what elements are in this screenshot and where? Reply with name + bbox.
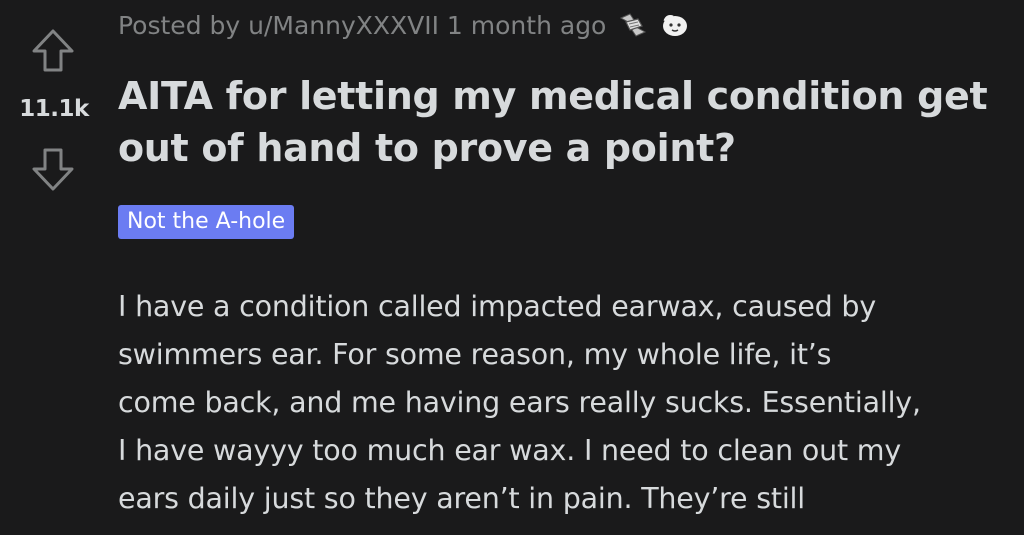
upvote-arrow-icon[interactable] — [30, 28, 76, 74]
post-body-line: ears daily just so they aren’t in pain. … — [118, 482, 805, 515]
post-body-line: I have a condition called impacted earwa… — [118, 290, 876, 323]
post-meta: Posted by u/MannyXXXVII 1 month ago — [118, 8, 690, 42]
post-flair-badge[interactable]: Not the A-hole — [118, 205, 295, 239]
posted-by-text[interactable]: Posted by u/MannyXXXVII 1 month ago — [118, 11, 606, 40]
downvote-arrow-icon[interactable] — [30, 146, 76, 192]
vote-column: 11.1k — [0, 0, 104, 535]
post-body-line: come back, and me having ears really suc… — [118, 386, 921, 419]
post-title[interactable]: AITA for letting my medical condition ge… — [118, 70, 1013, 174]
post-title-line: out of hand to prove a point? — [118, 126, 736, 170]
hands-clasp-award-icon[interactable] — [618, 10, 648, 40]
face-award-icon[interactable] — [660, 10, 690, 40]
post-title-line: AITA for letting my medical condition ge… — [118, 74, 988, 118]
post-body-line: swimmers ear. For some reason, my whole … — [118, 338, 832, 371]
post-body: I have a condition called impacted earwa… — [118, 283, 1013, 523]
post-body-line: I have wayyy too much ear wax. I need to… — [118, 434, 902, 467]
vote-score: 11.1k — [19, 96, 89, 122]
